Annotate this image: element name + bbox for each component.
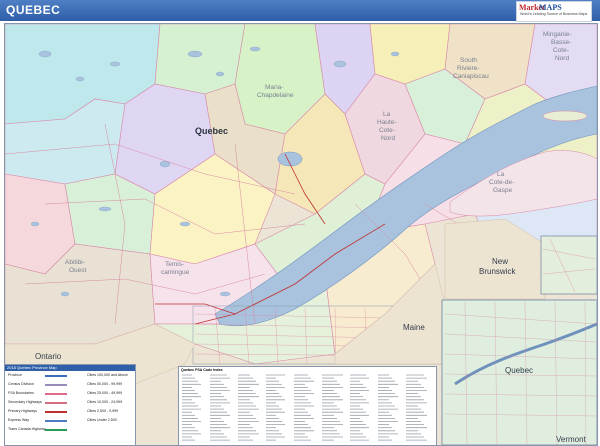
label-gaspe-1: La <box>497 171 505 178</box>
legend-row: Census Division Cities 50,000 - 99,999 <box>5 380 135 389</box>
legend-row: Trans Canada Highway <box>5 425 135 434</box>
label-minganie-3: Cote- <box>553 47 569 54</box>
legend-row-city-size: Cities 50,000 - 99,999 <box>87 382 123 386</box>
label-temis-1: Temis- <box>165 261 184 268</box>
label-temis-2: camingue <box>161 269 190 276</box>
legend-row-swatch <box>45 384 67 386</box>
legend-row-swatch <box>45 429 67 431</box>
index-columns <box>182 374 427 441</box>
label-maria-1: Maria- <box>265 84 283 91</box>
legend-row: Secondary Highways Cities 10,000 - 24,999 <box>5 398 135 407</box>
legend-row-label: Primary Highways <box>8 409 37 413</box>
label-gaspe-3: Gaspe <box>493 187 513 194</box>
label-riviere-1: South <box>460 57 477 64</box>
legend-row-swatch <box>45 411 67 413</box>
legend-row-label: Trans Canada Highway <box>8 427 46 431</box>
legend-row-city-size: Cities 2,500 - 9,999 <box>87 409 119 413</box>
legend-row-city-size: Cities 10,000 - 24,999 <box>87 400 123 404</box>
legend-row-city-size: Cities 25,000 - 49,999 <box>87 391 123 395</box>
label-new-brunswick-2: Brunswick <box>479 267 516 276</box>
label-gaspe-2: Cote-de- <box>489 179 514 186</box>
index-title: Quebec FSA Code Index <box>181 368 223 372</box>
legend-row-label: Province <box>8 373 22 377</box>
label-maria-2: Chapdelaine <box>257 92 294 99</box>
map-poster: QUEBEC Market MAPS World's Leading Sourc… <box>0 0 600 446</box>
map-title: QUEBEC <box>6 3 61 17</box>
legend-rows: Province Cities 100,000 and Above Census D… <box>5 371 135 434</box>
label-minganie-2: Basse- <box>551 39 571 46</box>
legend-row-swatch <box>45 375 67 377</box>
legend-row-label: Census Division <box>8 382 34 386</box>
label-riviere-2: Riviere- <box>457 65 479 72</box>
label-haute-3: Cote- <box>379 127 395 134</box>
legend-row-swatch <box>45 402 67 404</box>
label-minganie-1: Minganie- <box>543 31 572 38</box>
legend-row-city-size: Cities 100,000 and Above <box>87 373 128 377</box>
label-abitibi-2: Ouest <box>69 267 87 274</box>
legend-row: Primary Highways Cities 2,500 - 9,999 <box>5 407 135 416</box>
marketmaps-logo: Market MAPS World's Leading Source of Bu… <box>516 1 592 22</box>
legend-row: FSA Boundaries Cities 25,000 - 49,999 <box>5 389 135 398</box>
anticosti-island <box>542 110 588 122</box>
legend-row: Province Cities 100,000 and Above <box>5 371 135 380</box>
label-new-brunswick-1: New <box>492 257 508 266</box>
label-haute-2: Haute- <box>377 119 397 126</box>
label-haute-4: Nord <box>381 135 395 142</box>
inset-gaspe <box>540 235 597 295</box>
label-maine: Maine <box>403 323 425 332</box>
legend-row-swatch <box>45 393 67 395</box>
label-quebec-city: Quebec <box>505 366 533 375</box>
legend-row-swatch <box>45 420 67 422</box>
legend-row-label: Express Way <box>8 418 30 422</box>
label-abitibi-1: Abitibi- <box>65 259 85 266</box>
label-riviere-3: Caniapiscau <box>453 73 489 80</box>
legend-row-city-size: Cities Under 2,500 <box>87 418 117 422</box>
logo-tagline: World's Leading Source of Business Maps <box>520 12 588 16</box>
label-ontario: Ontario <box>35 352 62 361</box>
map-legend: 2018 Quebec Province Map Province Cities … <box>4 364 136 446</box>
fsa-index: Quebec FSA Code Index <box>178 366 437 446</box>
label-minganie-4: Nord <box>555 55 569 62</box>
legend-row: Express Way Cities Under 2,500 <box>5 416 135 425</box>
label-vermont: Vermont <box>556 435 587 444</box>
legend-row-label: Secondary Highways <box>8 400 42 404</box>
legend-row-label: FSA Boundaries <box>8 391 34 395</box>
logo-text-maps: MAPS <box>539 3 562 12</box>
title-bar: QUEBEC Market MAPS World's Leading Sourc… <box>0 0 600 22</box>
label-haute-1: La <box>383 111 391 118</box>
label-quebec-province: Quebec <box>195 126 228 136</box>
